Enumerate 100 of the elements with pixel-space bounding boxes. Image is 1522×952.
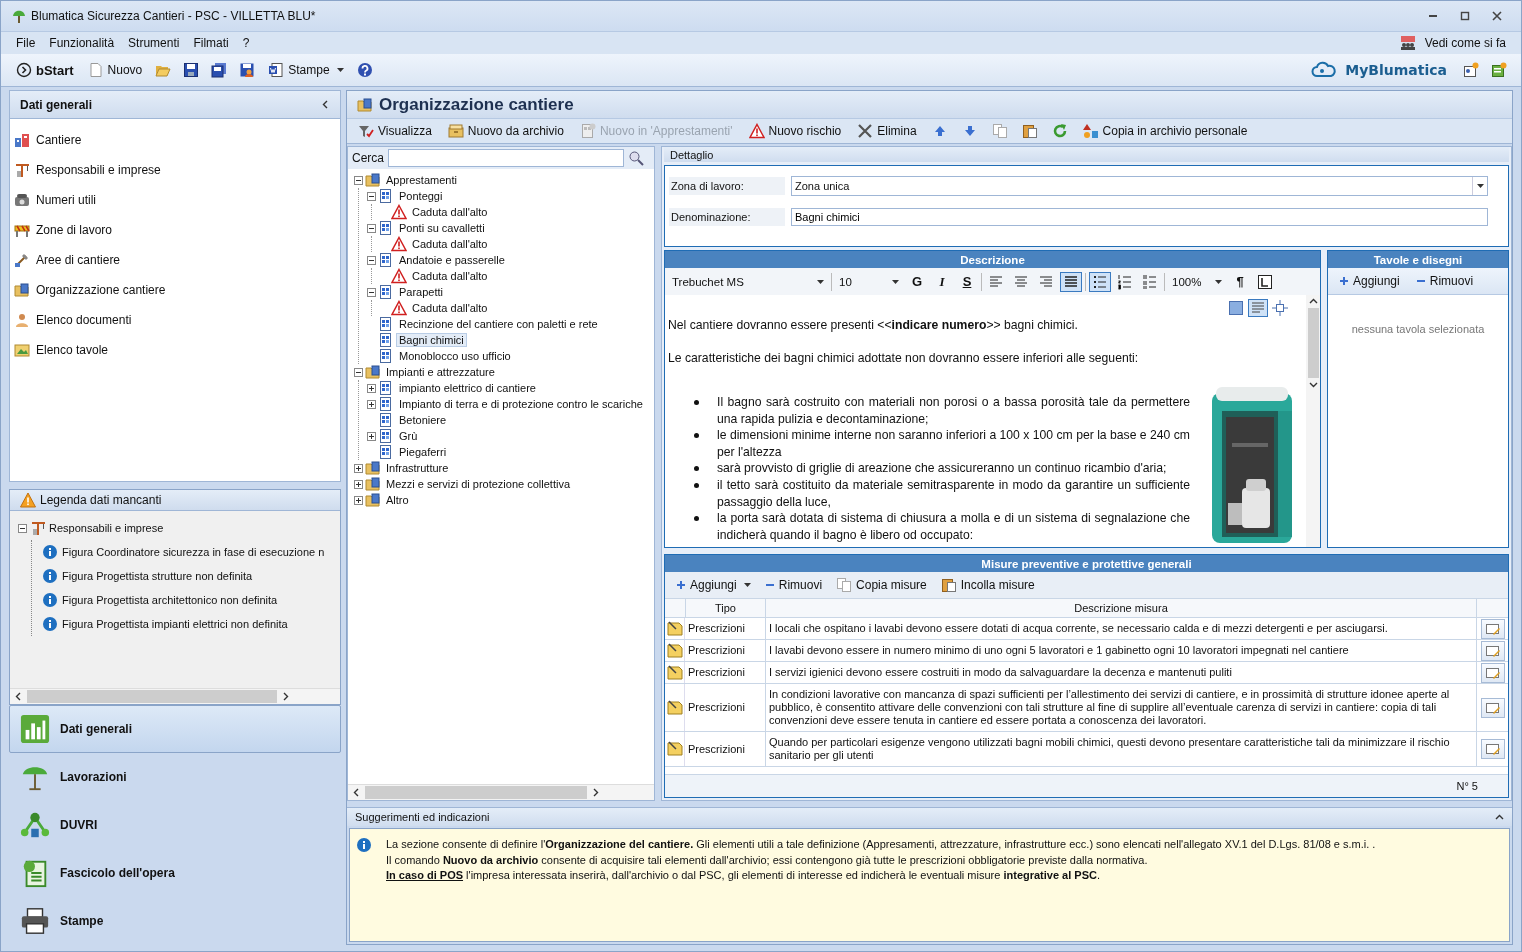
tree-item[interactable]: Caduta dall'alto [409,269,491,283]
nav-button[interactable]: Fascicolo dell'opera [9,849,341,897]
tree-item[interactable]: Piegaferri [396,445,450,459]
chevron-down-icon[interactable] [1308,382,1318,388]
tree-item[interactable]: Betoniere [396,413,450,427]
nav-button[interactable]: Dati generali [9,705,341,753]
toolbar-button[interactable]: Visualizza [353,120,437,142]
collapse-toggle[interactable] [367,287,376,297]
collapse-toggle[interactable] [367,223,376,233]
scrollbar[interactable] [10,688,340,704]
menu-item[interactable]: File [11,34,41,52]
tree-item[interactable]: Mezzi e servizi di protezione collettiva [383,477,574,491]
tree-item[interactable]: Figura Progettista architettonico non definita [62,594,278,606]
menu-item[interactable]: Filmati [188,34,234,52]
toolbar-button[interactable]: Nuovo rischio [743,120,847,142]
tree-item[interactable]: Figura Progettista impianti elettrici non definita [62,618,288,630]
nav-button[interactable]: Lavorazioni [9,753,341,801]
edit-button[interactable] [1480,618,1505,639]
tree-item[interactable]: Responsabili e imprese [49,522,164,534]
formatting-marks-button[interactable]: ¶ [1229,271,1251,292]
chevron-left-icon[interactable] [353,788,359,797]
tree-item[interactable]: Figura Coordinatore sicurezza in fase di esecuzione n [62,546,325,558]
sidebar-item[interactable]: Aree di cantiere [36,253,121,267]
search-field[interactable] [388,149,624,167]
size-dropdown[interactable]: 10 [835,271,903,292]
toolbar-button[interactable]: Nuovo da archivio [442,120,569,142]
scrollbar[interactable] [348,784,654,800]
expand-toggle[interactable] [354,479,363,489]
remove-button[interactable]: Rimuovi [1410,271,1479,291]
menu-item[interactable]: ? [237,34,255,52]
tree-item[interactable]: Ponti su cavalletti [396,221,488,235]
column-header[interactable]: Tipo [685,599,765,617]
help-link[interactable]: Vedi come si fa [1419,34,1511,52]
toolbar-button[interactable]: Elimina [852,120,922,142]
sidebar-item[interactable]: Cantiere [36,133,82,147]
sidebar-item[interactable]: Elenco documenti [36,313,132,327]
collapse-toggle[interactable] [354,175,363,185]
tree-item[interactable]: Monoblocco uso ufficio [396,349,514,363]
chevron-right-icon[interactable] [283,692,289,701]
tree-item[interactable]: Impianti e attrezzature [383,365,498,379]
start-button[interactable]: bStart [11,59,79,81]
tree-item[interactable]: Recinzione del cantiere con paletti e rete [396,317,601,331]
dropdown-field[interactable]: Zona unica [791,176,1488,196]
list-button[interactable] [1089,271,1111,292]
sidebar-item[interactable]: Numeri utili [36,193,96,207]
align-button[interactable] [1060,271,1082,292]
search-icon[interactable] [628,150,644,166]
format-button[interactable]: S [956,271,978,292]
tree-item[interactable]: Altro [383,493,412,507]
tree-item[interactable]: Parapetti [396,285,447,299]
scrollbar[interactable] [1306,295,1320,547]
tree-item[interactable]: Caduta dall'alto [409,205,491,219]
edit-button[interactable] [1480,662,1505,683]
text-field[interactable]: Bagni chimici [791,208,1488,226]
expand-toggle[interactable] [354,495,363,505]
chevron-left-icon[interactable] [15,692,21,701]
collapse-toggle[interactable] [18,523,27,533]
tree-item[interactable]: Caduta dall'alto [409,237,491,251]
sidebar-item[interactable]: Elenco tavole [36,343,109,357]
expand-toggle[interactable] [367,399,376,409]
tree-item[interactable]: Caduta dall'alto [409,301,491,315]
column-header[interactable]: Descrizione misura [765,599,1476,617]
print-button[interactable]: Stampe [263,59,349,81]
toolbar-button[interactable]: Copia in archivio personale [1077,120,1253,142]
chevron-up-icon[interactable] [1308,298,1318,304]
toolbar-button[interactable]: Incolla misure [935,574,1040,596]
format-button[interactable]: G [906,271,928,292]
sidebar-item[interactable]: Responsabili e imprese [36,163,161,177]
edit-button[interactable] [1480,739,1505,759]
tree-item[interactable]: Impianto di terra e di protezione contro le scariche [396,397,646,411]
collapse-icon[interactable] [322,100,328,109]
toolbar-button[interactable]: Copia misure [831,574,932,596]
font-dropdown[interactable]: Trebuchet MS [668,271,828,292]
tree-item[interactable]: Apprestamenti [383,173,460,187]
expand-toggle[interactable] [367,383,376,393]
scrollbar-thumb[interactable] [1307,308,1319,378]
nav-button[interactable]: DUVRI [9,801,341,849]
sidebar-item[interactable]: Zone di lavoro [36,223,113,237]
expand-toggle[interactable] [354,463,363,473]
menu-item[interactable]: Strumenti [123,34,185,52]
toolbar-button[interactable]: Rimuovi [759,575,828,595]
zoom-dropdown[interactable]: 100% [1168,271,1226,292]
tree-item[interactable]: Infrastrutture [383,461,452,475]
link[interactable]: In caso di POS [386,869,464,881]
new-button[interactable]: Nuovo [82,59,148,81]
edit-button[interactable] [1480,697,1505,718]
view-button[interactable] [1270,299,1290,317]
tree-item[interactable]: Andatoie e passerelle [396,253,508,267]
format-button[interactable]: I [931,271,953,292]
chevron-right-icon[interactable] [593,788,599,797]
expand-toggle[interactable] [367,431,376,441]
collapse-toggle[interactable] [367,191,376,201]
collapse-toggle[interactable] [354,367,363,377]
nav-button[interactable]: Stampe [9,897,341,945]
tree-item[interactable]: Bagni chimici [396,333,467,347]
collapse-toggle[interactable] [367,255,376,265]
view-button[interactable] [1226,299,1246,317]
tree-item[interactable]: Grù [396,429,421,443]
edit-button[interactable] [1480,640,1505,661]
add-button[interactable]: Aggiungi [1334,271,1405,291]
